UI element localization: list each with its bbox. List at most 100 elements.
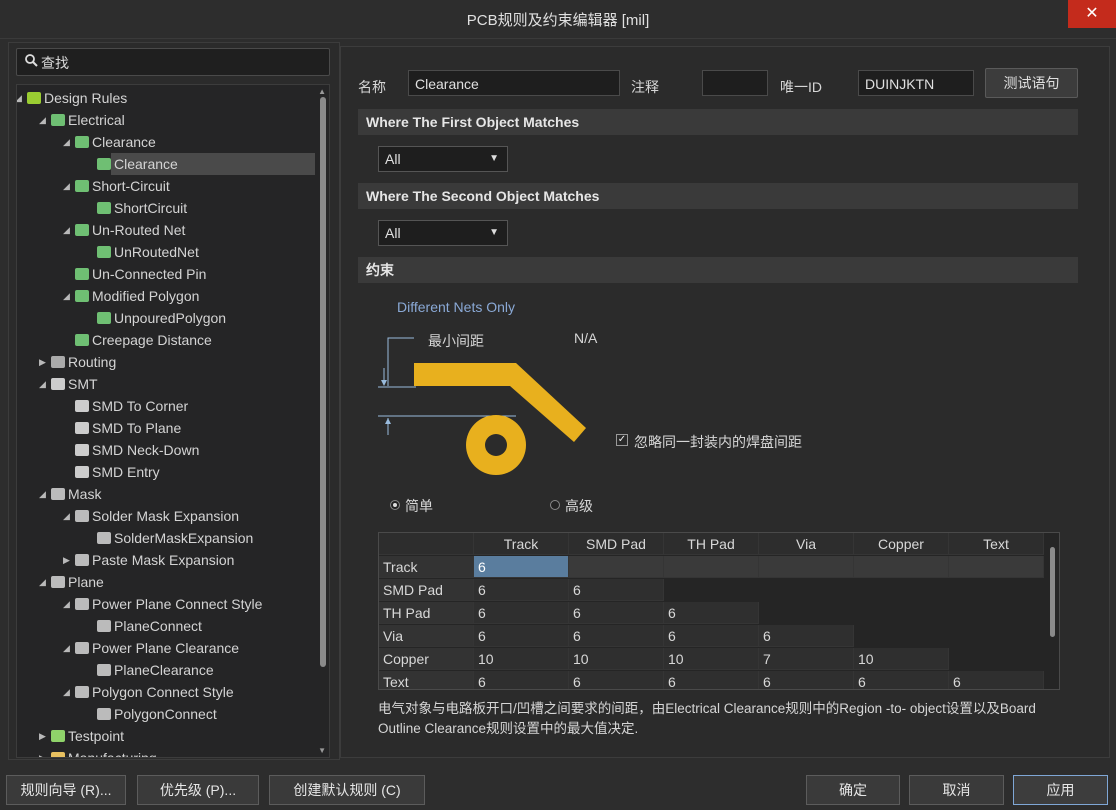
grid-column-header[interactable]: Text — [949, 533, 1044, 555]
search-box[interactable]: 查找 — [16, 48, 330, 76]
net-scope-dropdown[interactable]: Different Nets Only — [397, 299, 515, 315]
tree-item[interactable]: ◢ Polygon Connect Style — [17, 681, 317, 703]
uid-field[interactable]: DUINJKTN — [858, 70, 974, 96]
first-object-dropdown[interactable]: All ▼ — [378, 146, 508, 172]
collapse-arrow-icon[interactable]: ◢ — [63, 505, 73, 527]
tree-item[interactable]: ◢ SMT — [17, 373, 317, 395]
collapse-arrow-icon[interactable]: ◢ — [17, 87, 25, 109]
collapse-arrow-icon[interactable]: ◢ — [39, 483, 49, 505]
grid-cell[interactable]: 6 — [474, 625, 569, 647]
create-default-rules-button[interactable]: 创建默认规则 (C) — [269, 775, 425, 805]
priority-button[interactable]: 优先级 (P)... — [137, 775, 259, 805]
grid-cell[interactable]: 6 — [759, 625, 854, 647]
min-clearance-value[interactable]: N/A — [574, 330, 597, 346]
collapse-arrow-icon[interactable]: ◢ — [63, 131, 73, 153]
tree-item[interactable]: ◢ Electrical — [17, 109, 317, 131]
tree-item[interactable]: UnpouredPolygon — [17, 307, 317, 329]
tree-item[interactable]: SMD Neck-Down — [17, 439, 317, 461]
grid-cell[interactable]: 6 — [569, 671, 664, 689]
grid-cell[interactable]: 6 — [569, 579, 664, 601]
tree-item[interactable]: PlaneConnect — [17, 615, 317, 637]
grid-column-header[interactable]: TH Pad — [664, 533, 759, 555]
tree-item[interactable]: ◢ Solder Mask Expansion — [17, 505, 317, 527]
tree-scrollbar[interactable] — [320, 97, 326, 667]
tree-item[interactable]: ▶ Testpoint — [17, 725, 317, 747]
grid-cell[interactable]: 6 — [474, 671, 569, 689]
close-button[interactable]: ✕ — [1068, 0, 1116, 28]
collapse-arrow-icon[interactable]: ◢ — [39, 373, 49, 395]
tree-item[interactable]: Un-Connected Pin — [17, 263, 317, 285]
tree-item[interactable]: SMD To Plane — [17, 417, 317, 439]
ignore-pad-checkbox[interactable]: ✓ — [616, 434, 628, 446]
tree-item[interactable]: ◢ Clearance — [17, 131, 317, 153]
grid-cell[interactable]: 6 — [949, 671, 1044, 689]
tree-item[interactable]: ShortCircuit — [17, 197, 317, 219]
tree-item[interactable]: Clearance — [97, 153, 315, 175]
grid-column-header[interactable]: SMD Pad — [569, 533, 664, 555]
collapse-arrow-icon[interactable]: ◢ — [63, 593, 73, 615]
grid-cell[interactable]: 6 — [569, 602, 664, 624]
tree-item[interactable]: ▶ Paste Mask Expansion — [17, 549, 317, 571]
grid-cell[interactable]: 7 — [759, 648, 854, 670]
tree-item[interactable]: SolderMaskExpansion — [17, 527, 317, 549]
grid-cell[interactable]: 6 — [854, 671, 949, 689]
tree-item[interactable]: SMD To Corner — [17, 395, 317, 417]
grid-cell[interactable]: 6 — [474, 602, 569, 624]
expand-arrow-icon[interactable]: ▶ — [39, 351, 49, 373]
collapse-arrow-icon[interactable]: ◢ — [63, 285, 73, 307]
expand-arrow-icon[interactable]: ▶ — [39, 725, 49, 747]
grid-cell[interactable]: 6 — [759, 671, 854, 689]
grid-cell[interactable]: 6 — [474, 556, 569, 578]
ok-button[interactable]: 确定 — [806, 775, 900, 805]
second-object-dropdown[interactable]: All ▼ — [378, 220, 508, 246]
tree-item[interactable]: ◢ Un-Routed Net — [17, 219, 317, 241]
rule-wizard-button[interactable]: 规则向导 (R)... — [6, 775, 126, 805]
scroll-down-arrow-icon[interactable]: ▼ — [318, 746, 326, 755]
grid-cell[interactable]: 10 — [474, 648, 569, 670]
comment-field[interactable] — [702, 70, 768, 96]
grid-cell[interactable]: 6 — [474, 579, 569, 601]
tree-item[interactable]: ◢ Design Rules — [17, 87, 317, 109]
apply-button[interactable]: 应用 — [1013, 775, 1108, 805]
grid-cell[interactable]: 10 — [664, 648, 759, 670]
tree-item[interactable]: PlaneClearance — [17, 659, 317, 681]
grid-cell[interactable]: 10 — [569, 648, 664, 670]
tree-item[interactable]: ▶ Routing — [17, 351, 317, 373]
grid-column-header[interactable]: Copper — [854, 533, 949, 555]
grid-cell[interactable]: 6 — [664, 671, 759, 689]
collapse-arrow-icon[interactable]: ◢ — [39, 109, 49, 131]
name-field[interactable]: Clearance — [408, 70, 620, 96]
grid-column-header[interactable]: Track — [474, 533, 569, 555]
collapse-arrow-icon[interactable]: ◢ — [63, 637, 73, 659]
simple-radio[interactable] — [390, 500, 400, 510]
cancel-button[interactable]: 取消 — [909, 775, 1004, 805]
grid-cell[interactable]: 10 — [854, 648, 949, 670]
collapse-arrow-icon[interactable]: ◢ — [63, 219, 73, 241]
tree-item[interactable]: ◢ Power Plane Clearance — [17, 637, 317, 659]
collapse-arrow-icon[interactable]: ◢ — [63, 681, 73, 703]
tree-item[interactable]: ◢ Mask — [17, 483, 317, 505]
grid-scrollbar[interactable] — [1050, 547, 1055, 637]
search-input[interactable]: 查找 — [41, 53, 69, 73]
grid-column-header[interactable]: Via — [759, 533, 854, 555]
tree-item[interactable]: ▶ Manufacturing — [17, 747, 317, 757]
scroll-up-arrow-icon[interactable]: ▲ — [318, 87, 326, 96]
tree-item[interactable]: ◢ Power Plane Connect Style — [17, 593, 317, 615]
tree-item[interactable]: PolygonConnect — [17, 703, 317, 725]
expand-arrow-icon[interactable]: ▶ — [63, 549, 73, 571]
test-query-button[interactable]: 测试语句 — [985, 68, 1078, 98]
tree-item[interactable]: ◢ Short-Circuit — [17, 175, 317, 197]
collapse-arrow-icon[interactable]: ◢ — [63, 175, 73, 197]
tree-item[interactable]: UnRoutedNet — [17, 241, 317, 263]
tree-item[interactable]: Creepage Distance — [17, 329, 317, 351]
collapse-arrow-icon[interactable]: ◢ — [39, 571, 49, 593]
tree-item[interactable]: ◢ Modified Polygon — [17, 285, 317, 307]
tree-item[interactable]: SMD Entry — [17, 461, 317, 483]
tree-item[interactable]: ◢ Plane — [17, 571, 317, 593]
grid-cell[interactable]: 6 — [569, 625, 664, 647]
grid-cell[interactable]: 6 — [664, 602, 759, 624]
grid-cell[interactable]: 6 — [664, 625, 759, 647]
smt-icon — [75, 422, 89, 434]
advanced-radio[interactable] — [550, 500, 560, 510]
expand-arrow-icon[interactable]: ▶ — [39, 747, 49, 757]
